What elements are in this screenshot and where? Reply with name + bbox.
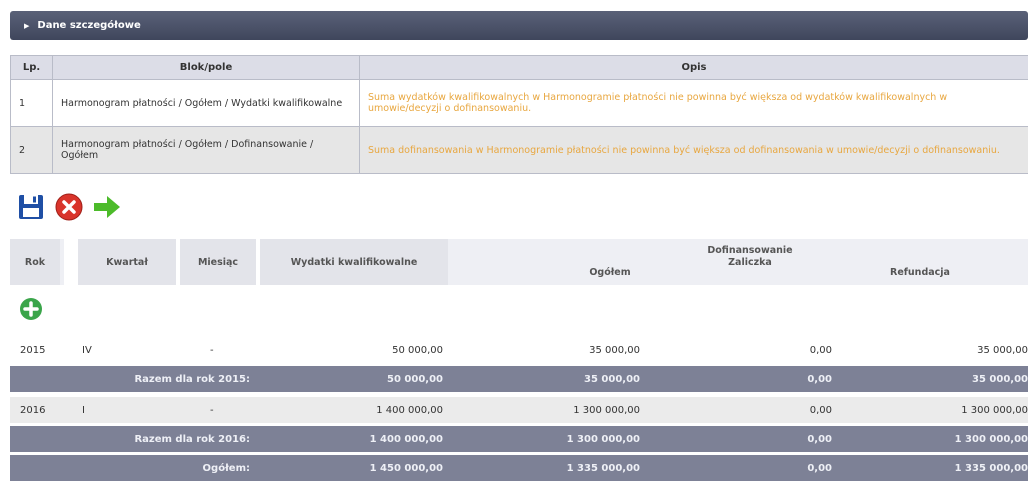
cell-ogolem: 1 335 000,00 (566, 462, 640, 474)
cell-refundacja: 1 300 000,00 (954, 433, 1028, 445)
col-header-zaliczka: Zaliczka (728, 257, 772, 268)
subtotal-row: Razem dla rok 2015: 50 000,00 35 000,00 … (10, 366, 1028, 392)
error-field-path: Harmonogram płatności / Ogółem / Wydatki… (52, 79, 360, 127)
cell-miesiac: - (210, 404, 214, 416)
grand-total-label: Ogółem: (202, 462, 250, 474)
cell-zaliczka: 0,00 (807, 373, 832, 385)
section-header-dane-szczegolowe[interactable]: ▶ Dane szczegółowe (10, 11, 1028, 40)
subtotal-label: Razem dla rok 2016: (134, 433, 250, 445)
cell-ogolem: 1 300 000,00 (566, 433, 640, 445)
error-lp: 2 (10, 126, 53, 174)
subtotal-row: Razem dla rok 2016: 1 400 000,00 1 300 0… (10, 426, 1028, 452)
error-field-path: Harmonogram płatności / Ogółem / Dofinan… (52, 126, 360, 174)
col-header-refundacja: Refundacja (890, 267, 950, 278)
section-title: Dane szczegółowe (37, 20, 141, 31)
col-header-ogolem: Ogółem (589, 267, 631, 278)
error-row[interactable]: 1 Harmonogram płatności / Ogółem / Wydat… (10, 79, 1028, 127)
cell-wydatki: 50 000,00 (392, 344, 443, 356)
grand-total-row: Ogółem: 1 450 000,00 1 335 000,00 0,00 1… (10, 455, 1028, 481)
cell-kwartal: I (82, 404, 85, 416)
arrow-right-icon[interactable] (92, 192, 122, 222)
validation-errors-table: Lp. Blok/pole Opis 1 Harmonogram płatnoś… (10, 55, 1028, 174)
col-header-miesiac: Miesiąc (180, 239, 256, 285)
cell-wydatki: 1 450 000,00 (369, 462, 443, 474)
schedule-row[interactable]: 2016 I - 1 400 000,00 1 300 000,00 0,00 … (10, 397, 1028, 423)
cell-zaliczka: 0,00 (809, 344, 832, 356)
error-row[interactable]: 2 Harmonogram płatności / Ogółem / Dofin… (10, 126, 1028, 174)
toolbar (16, 191, 122, 223)
error-lp: 1 (10, 79, 53, 127)
add-row-icon[interactable] (19, 297, 43, 321)
errors-header-row: Lp. Blok/pole Opis (10, 55, 1028, 80)
cell-refundacja: 1 335 000,00 (954, 462, 1028, 474)
cell-wydatki: 1 400 000,00 (376, 404, 443, 416)
cell-miesiac: - (210, 344, 214, 356)
col-header-opis: Opis (359, 55, 1028, 80)
cell-rok: 2016 (20, 404, 46, 416)
cell-zaliczka: 0,00 (807, 462, 832, 474)
cell-refundacja: 35 000,00 (977, 344, 1028, 356)
col-divider (60, 239, 64, 285)
schedule-table-header: Rok Kwartał Miesiąc Wydatki kwalifikowal… (10, 239, 1028, 285)
cell-zaliczka: 0,00 (807, 433, 832, 445)
cell-refundacja: 1 300 000,00 (961, 404, 1028, 416)
cell-wydatki: 50 000,00 (387, 373, 443, 385)
col-header-blok: Blok/pole (52, 55, 360, 80)
error-message: Suma wydatków kwalifikowalnych w Harmono… (359, 79, 1028, 127)
cell-wydatki: 1 400 000,00 (369, 433, 443, 445)
cell-ogolem: 1 300 000,00 (573, 404, 640, 416)
col-header-dofinansowanie: Dofinansowanie (707, 245, 793, 256)
cell-rok: 2015 (20, 344, 46, 356)
col-header-wydatki: Wydatki kwalifikowalne (260, 239, 448, 285)
cell-kwartal: IV (82, 344, 92, 356)
cell-ogolem: 35 000,00 (584, 373, 640, 385)
cancel-icon[interactable] (54, 192, 84, 222)
cell-refundacja: 35 000,00 (972, 373, 1028, 385)
col-header-kwartal: Kwartał (78, 239, 176, 285)
error-message: Suma dofinansowania w Harmonogramie płat… (359, 126, 1028, 174)
col-header-rok: Rok (10, 239, 60, 285)
subtotal-label: Razem dla rok 2015: (134, 373, 250, 385)
schedule-row[interactable]: 2015 IV - 50 000,00 35 000,00 0,00 35 00… (10, 337, 1028, 363)
triangle-right-icon: ▶ (24, 21, 30, 30)
save-icon[interactable] (16, 192, 46, 222)
cell-zaliczka: 0,00 (809, 404, 832, 416)
cell-ogolem: 35 000,00 (589, 344, 640, 356)
col-header-lp: Lp. (10, 55, 53, 80)
